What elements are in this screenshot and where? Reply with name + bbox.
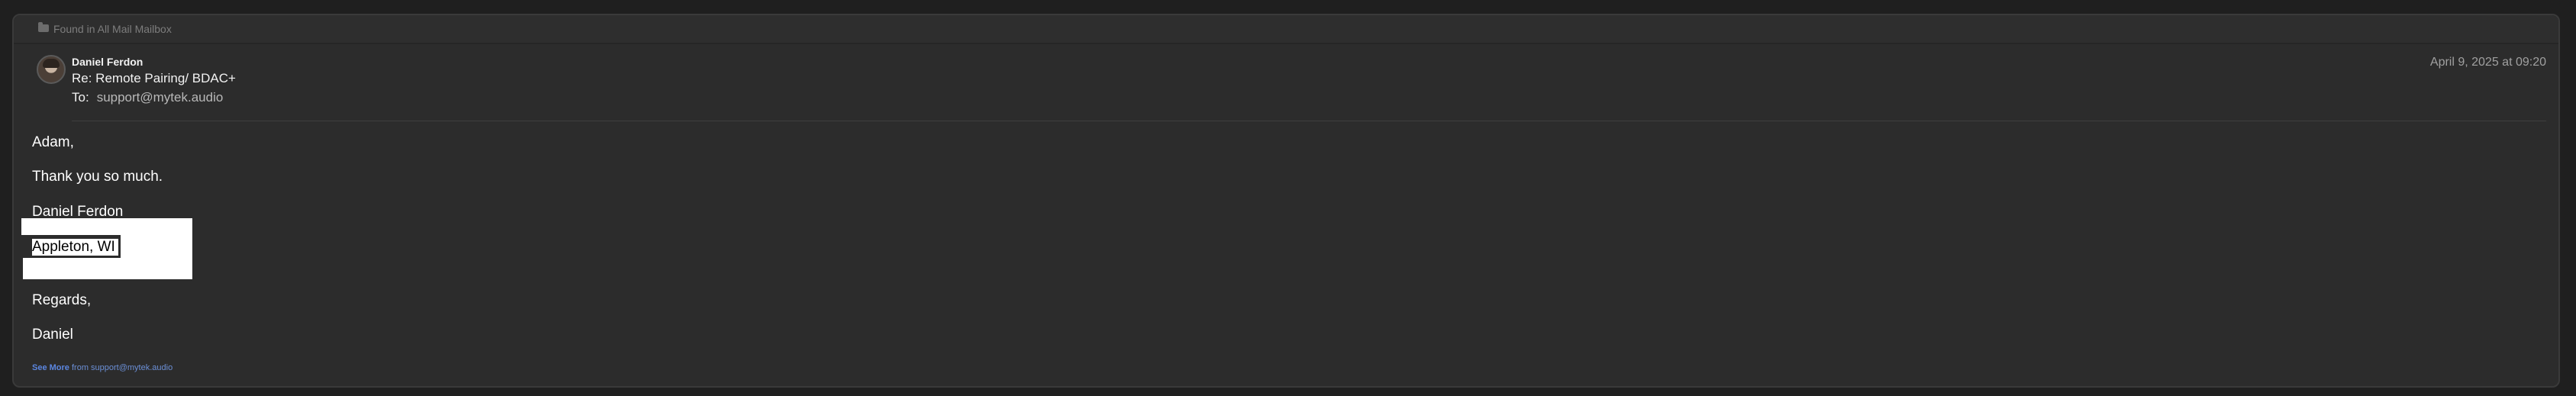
sender-avatar[interactable] bbox=[37, 55, 66, 84]
email-subject: Re: Remote Pairing/ BDAC+ bbox=[72, 71, 236, 85]
email-date: April 9, 2025 at 09:20 bbox=[2429, 56, 2546, 69]
see-more-label[interactable]: See More bbox=[32, 363, 69, 372]
mail-window: Found in All Mail Mailbox Daniel Ferdon … bbox=[0, 0, 2576, 396]
avatar-hair bbox=[43, 59, 60, 68]
body-closing: Regards, bbox=[32, 292, 92, 308]
see-more-from: from support@mytek.audio bbox=[71, 363, 173, 372]
see-more-link[interactable]: See More from support@mytek.audio bbox=[32, 363, 172, 372]
body-sign-off: Daniel bbox=[32, 327, 73, 343]
found-in-mailbox-text: Found in All Mail Mailbox bbox=[53, 23, 172, 35]
body-thanks: Thank you so much. bbox=[32, 169, 163, 185]
to-label: To: bbox=[72, 90, 89, 105]
recipient-address[interactable]: support@mytek.audio bbox=[97, 90, 224, 105]
email-message-card[interactable]: Found in All Mail Mailbox Daniel Ferdon … bbox=[12, 14, 2560, 388]
redaction-block bbox=[23, 258, 192, 279]
signature-city: Appleton, WI bbox=[32, 239, 118, 256]
redaction-block bbox=[21, 218, 192, 235]
body-greeting: Adam, bbox=[32, 134, 74, 150]
redaction-block bbox=[121, 235, 192, 258]
sender-name[interactable]: Daniel Ferdon bbox=[72, 56, 143, 68]
found-in-mailbox-bar: Found in All Mail Mailbox bbox=[14, 15, 2558, 44]
folder-icon bbox=[38, 22, 49, 32]
recipient-row: To: support@mytek.audio bbox=[72, 90, 223, 105]
